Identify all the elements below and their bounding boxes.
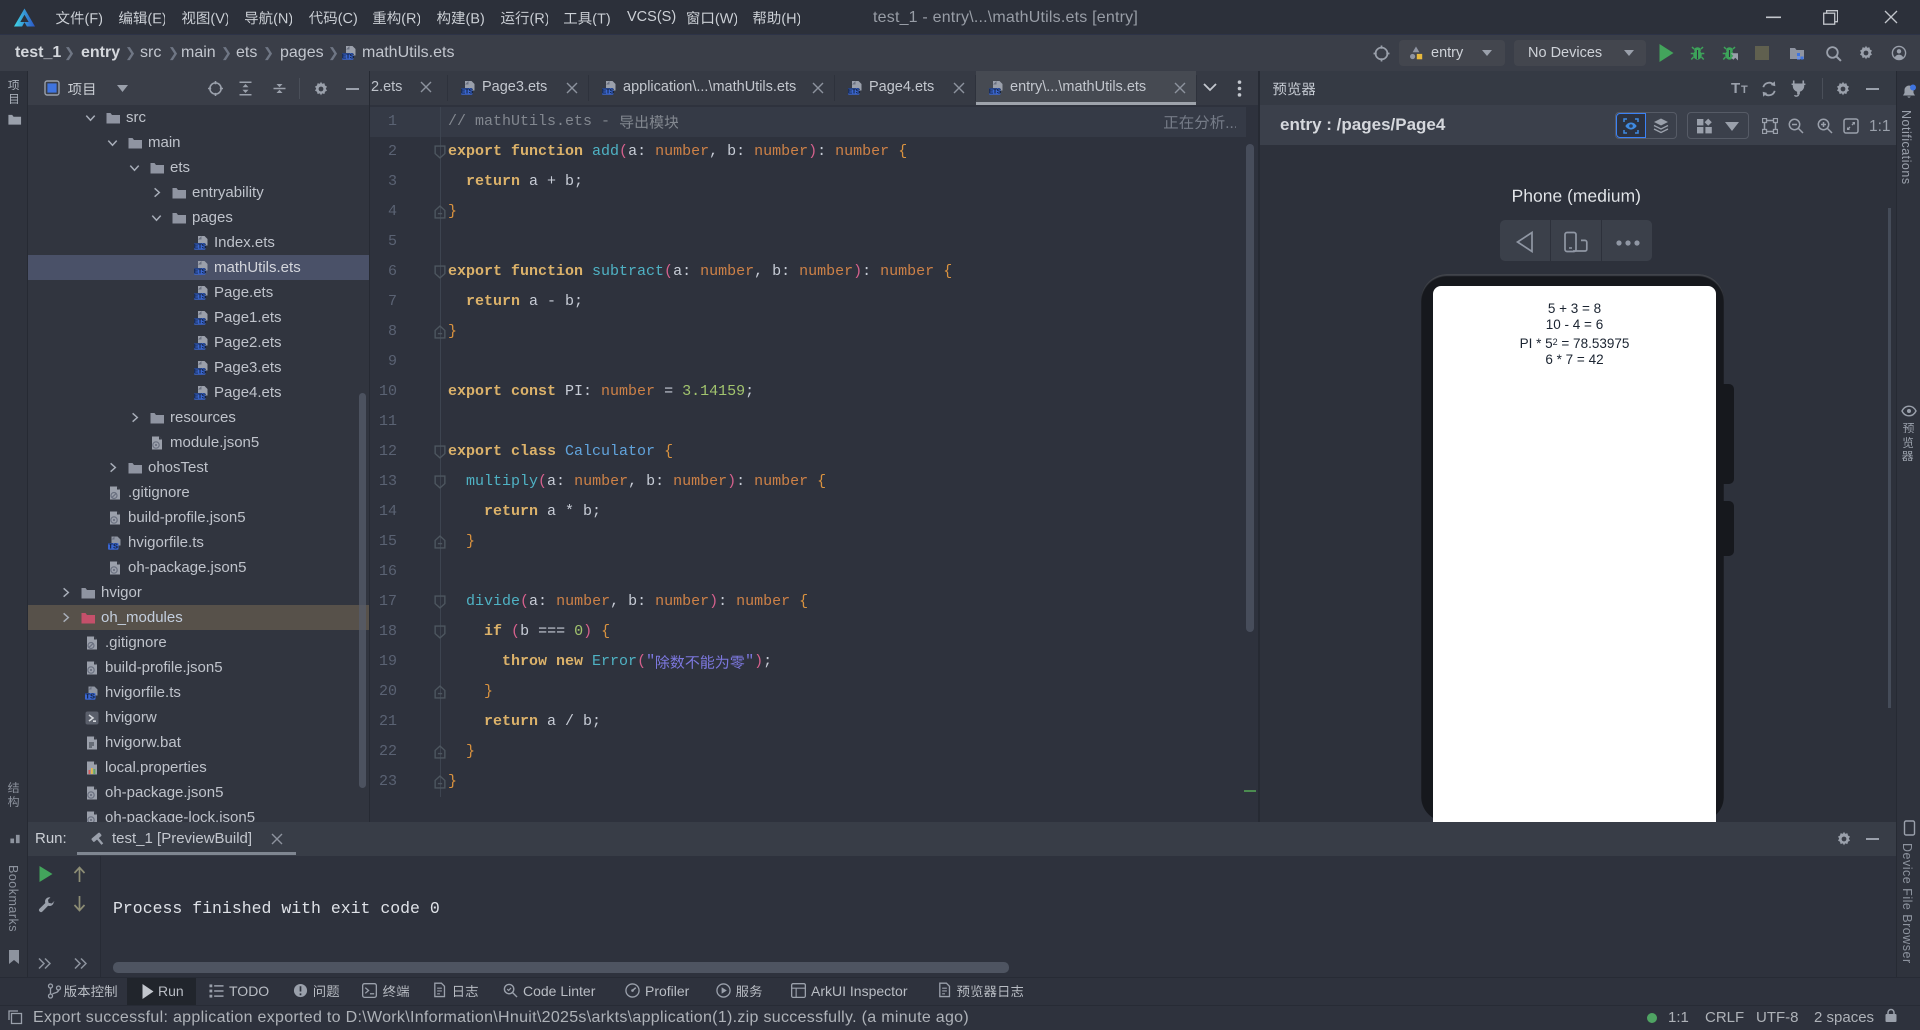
svg-text:ETS: ETS <box>194 319 207 326</box>
svg-text:ETS: ETS <box>194 294 207 301</box>
svg-text:ETS: ETS <box>194 269 207 276</box>
svg-text:ETS: ETS <box>194 394 207 401</box>
svg-text:T: T <box>1741 84 1748 96</box>
svg-text:ETS: ETS <box>194 369 207 376</box>
svg-text:ETS: ETS <box>989 89 1002 96</box>
svg-text:TS: TS <box>108 542 118 551</box>
svg-text:ETS: ETS <box>602 89 615 96</box>
svg-text:ETS: ETS <box>848 89 861 96</box>
svg-text:ETS: ETS <box>194 344 207 351</box>
svg-text:1:1: 1:1 <box>1869 118 1891 135</box>
svg-text:TS: TS <box>85 692 95 701</box>
svg-text:T: T <box>1731 80 1740 97</box>
svg-text:ETS: ETS <box>194 244 207 251</box>
svg-text:ETS: ETS <box>342 54 355 61</box>
svg-text:ETS: ETS <box>461 89 474 96</box>
